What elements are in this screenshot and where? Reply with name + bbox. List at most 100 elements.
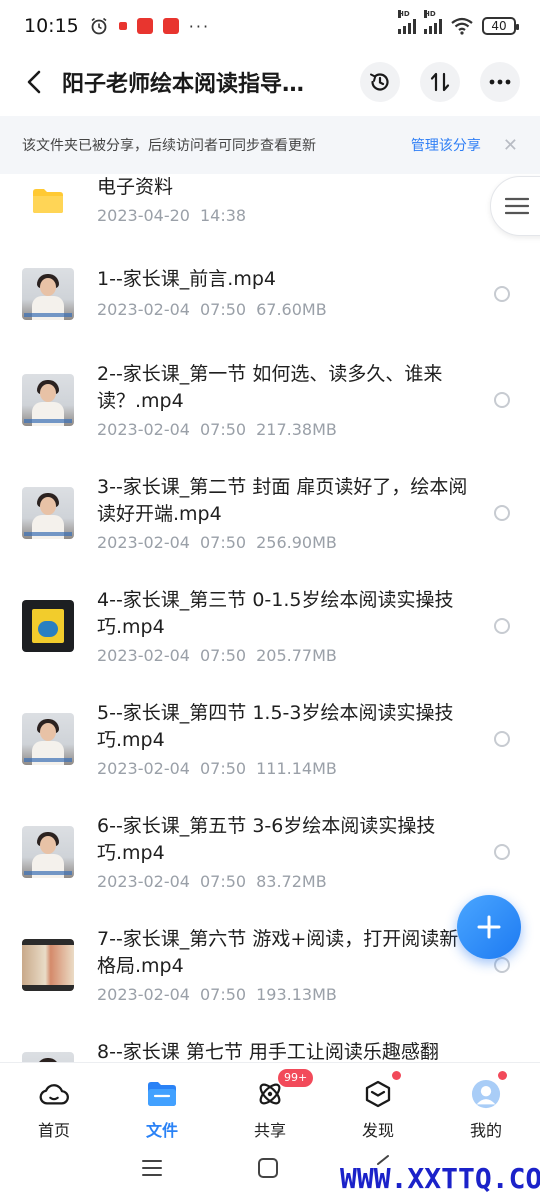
file-date: 2023-02-04 (97, 872, 190, 891)
manage-share-link[interactable]: 管理该分享 (411, 135, 481, 155)
share-banner: 该文件夹已被分享，后续访问者可同步查看更新 管理该分享 ✕ (0, 116, 540, 174)
file-date: 2023-02-04 (97, 985, 190, 1004)
video-thumbnail (22, 600, 74, 652)
list-item-video[interactable]: 5--家长课_第四节 1.5-3岁绘本阅读实操技巧.mp4 2023-02-04… (0, 699, 540, 791)
file-time: 07:50 (199, 759, 247, 778)
video-thumbnail (22, 374, 74, 426)
sort-button[interactable] (420, 62, 460, 102)
file-size: 217.38MB (256, 420, 337, 439)
wifi-icon (451, 17, 473, 35)
list-item-video[interactable]: 8--家长课 第七节 用手工让阅读乐趣感翻 (0, 1038, 540, 1062)
file-date: 2023-02-04 (97, 646, 190, 665)
more-options-button[interactable] (480, 62, 520, 102)
file-date: 2023-02-04 (97, 420, 190, 439)
header: 阳子老师绘本阅读指导… (0, 52, 540, 112)
video-thumbnail (22, 487, 74, 539)
hd-label-2: HD (424, 10, 436, 18)
file-time: 07:50 (199, 872, 247, 891)
add-fab-button[interactable] (457, 895, 521, 959)
file-size: 83.72MB (256, 872, 327, 891)
file-name: 7--家长课_第六节 游戏+阅读，打开阅读新格局.mp4 (97, 928, 459, 977)
folder-icon (147, 1079, 177, 1109)
file-meta: 2023-02-04 07:50 111.14MB (97, 759, 347, 778)
alarm-clock-icon (91, 17, 107, 35)
battery-icon: 40 (482, 17, 519, 35)
select-checkbox[interactable] (494, 286, 510, 302)
sort-arrows-icon (430, 72, 450, 92)
file-meta: 2023-02-04 07:50 67.60MB (97, 300, 337, 319)
list-item-video[interactable]: 2--家长课_第一节 如何选、读多久、谁来读？.mp4 2023-02-04 07… (0, 360, 540, 452)
nav-label-files: 文件 (145, 1121, 178, 1140)
list-item-video[interactable]: 6--家长课_第五节 3-6岁绘本阅读实操技巧.mp4 2023-02-04 07… (0, 812, 540, 904)
more-horizontal-icon (489, 79, 511, 85)
nav-item-me[interactable]: 我的 (432, 1063, 540, 1144)
nav-item-discover[interactable]: 发现 (324, 1063, 432, 1144)
file-meta: 2023-04-20 14:38 (97, 206, 256, 225)
file-meta: 2023-02-04 07:50 256.90MB (97, 533, 347, 552)
select-checkbox[interactable] (494, 505, 510, 521)
header-actions (360, 62, 520, 102)
nav-label-home: 首页 (37, 1121, 70, 1140)
video-thumbnail (22, 826, 74, 878)
bottom-nav: 首页 文件 99+ 共享 发现 我的 (0, 1062, 540, 1144)
file-name: 3--家长课_第二节 封面 扉页读好了，绘本阅读好开端.mp4 (97, 476, 468, 525)
list-item-video[interactable]: 1--家长课_前言.mp4 2023-02-04 07:50 67.60MB (0, 262, 540, 332)
file-size: 67.60MB (256, 300, 327, 319)
status-time: 10:15 (24, 15, 79, 37)
video-thumbnail (22, 713, 74, 765)
list-item-video[interactable]: 3--家长课_第二节 封面 扉页读好了，绘本阅读好开端.mp4 2023-02-… (0, 473, 540, 565)
nav-item-share[interactable]: 99+ 共享 (216, 1063, 324, 1144)
file-date: 2023-02-04 (97, 759, 190, 778)
select-checkbox[interactable] (494, 844, 510, 860)
avatar-icon (471, 1079, 501, 1109)
status-right-icons: HD HD 40 (398, 10, 519, 35)
app-notification-icon-2 (162, 18, 179, 34)
cube-discover-icon (363, 1079, 393, 1109)
file-meta: 2023-02-04 07:50 193.13MB (97, 985, 347, 1004)
status-left-icons: ··· (89, 16, 210, 36)
file-size: 111.14MB (256, 759, 337, 778)
file-meta: 2023-02-04 07:50 205.77MB (97, 646, 347, 665)
status-bar: 10:15 ··· HD HD 40 (0, 0, 540, 52)
file-name: 8--家长课 第七节 用手工让阅读乐趣感翻 (97, 1041, 439, 1062)
history-button[interactable] (360, 62, 400, 102)
file-name: 4--家长课_第三节 0-1.5岁绘本阅读实操技巧.mp4 (97, 589, 454, 638)
file-name: 电子资料 (97, 176, 174, 198)
nav-item-home[interactable]: 首页 (0, 1063, 108, 1144)
app-notification-icon (136, 18, 153, 34)
file-time: 07:50 (199, 646, 247, 665)
close-banner-icon[interactable]: ✕ (503, 135, 518, 156)
share-banner-text: 该文件夹已被分享，后续访问者可同步查看更新 (22, 138, 316, 154)
cloud-home-icon (39, 1079, 69, 1109)
file-time: 07:50 (199, 533, 247, 552)
file-date: 2023-02-04 (97, 533, 190, 552)
file-size: 205.77MB (256, 646, 337, 665)
video-thumbnail (22, 268, 74, 320)
file-name: 1--家长课_前言.mp4 (97, 268, 276, 290)
file-name: 6--家长课_第五节 3-6岁绘本阅读实操技巧.mp4 (97, 815, 436, 864)
select-checkbox[interactable] (494, 618, 510, 634)
notification-dot-icon (118, 22, 127, 30)
discover-red-dot (392, 1071, 401, 1080)
file-meta: 2023-02-04 07:50 83.72MB (97, 872, 337, 891)
file-time: 07:50 (199, 985, 247, 1004)
chevron-left-icon (27, 70, 41, 94)
history-icon (370, 73, 389, 91)
folder-icon (33, 189, 63, 213)
nav-item-files[interactable]: 文件 (108, 1063, 216, 1144)
share-badge: 99+ (278, 1069, 314, 1087)
nav-label-discover: 发现 (361, 1121, 394, 1140)
file-date: 2023-04-20 (97, 206, 190, 225)
watermark: WWW.XXTTQ.COM (340, 1162, 540, 1195)
list-item-video[interactable]: 4--家长课_第三节 0-1.5岁绘本阅读实操技巧.mp4 2023-02-04… (0, 586, 540, 678)
file-time: 14:38 (199, 206, 247, 225)
home-square-icon[interactable] (257, 1157, 279, 1179)
hd-label: HD (398, 10, 410, 18)
back-button[interactable] (20, 68, 48, 96)
recent-apps-menu-icon[interactable] (141, 1159, 163, 1177)
select-checkbox[interactable] (494, 957, 510, 973)
list-item-folder[interactable]: 电子资料 2023-04-20 14:38 (0, 174, 540, 248)
select-checkbox[interactable] (494, 731, 510, 747)
file-date: 2023-02-04 (97, 300, 190, 319)
select-checkbox[interactable] (494, 392, 510, 408)
